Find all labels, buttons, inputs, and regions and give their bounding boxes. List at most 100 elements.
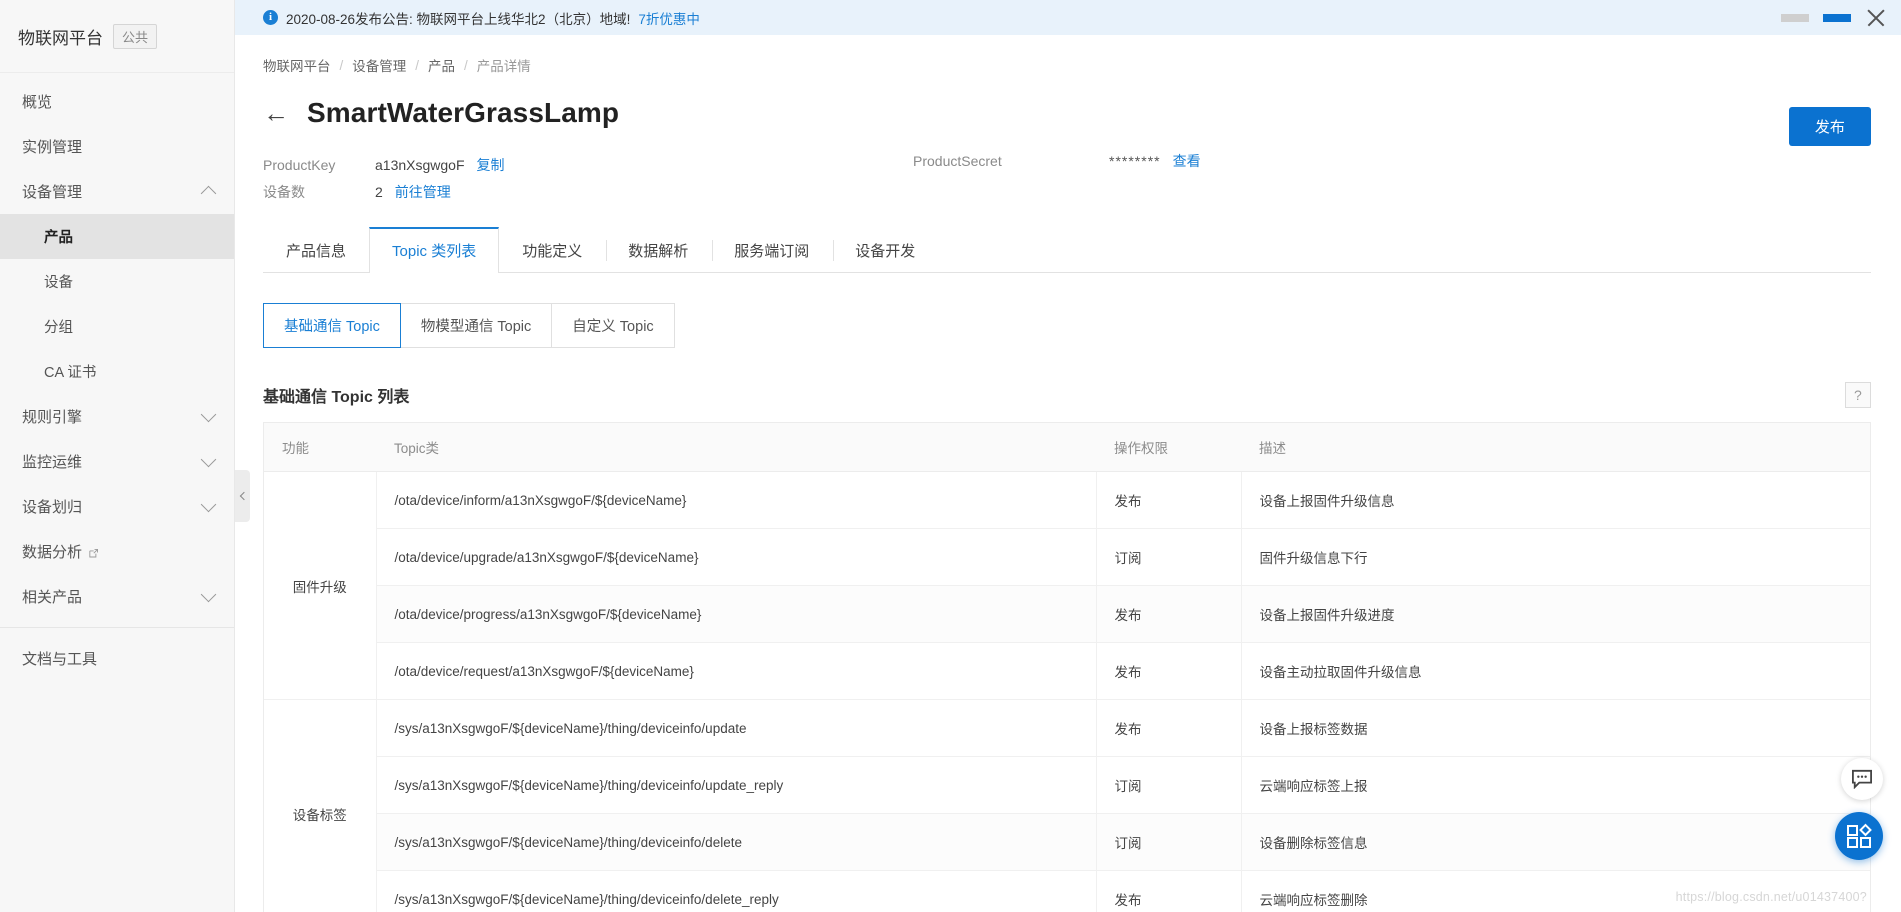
sidebar-collapse-handle[interactable]	[235, 470, 250, 522]
product-secret-value: ********	[1109, 153, 1161, 169]
table-row: /sys/a13nXsgwgoF/${deviceName}/thing/dev…	[264, 756, 1870, 814]
brand-badge: 公共	[113, 23, 158, 49]
table-row: 设备标签 /sys/a13nXsgwgoF/${deviceName}/thin…	[264, 699, 1870, 912]
minimize-icon[interactable]	[1780, 13, 1809, 22]
product-meta: ProductKey a13nXsgwgoF 复制 设备数 2 前往管理 Pro…	[263, 151, 1871, 205]
sidebar-item-label: 概览	[22, 94, 53, 111]
topic-cell: /ota/device/request/a13nXsgwgoF/${device…	[376, 642, 1097, 700]
subtab-bar: 基础通信 Topic 物模型通信 Topic 自定义 Topic	[263, 303, 1871, 348]
topic-cell: /ota/device/inform/a13nXsgwgoF/${deviceN…	[376, 471, 1097, 529]
sidebar-item-label: CA 证书	[44, 365, 97, 381]
permission-cell: 发布	[1096, 870, 1242, 912]
sidebar-item-docs-tools[interactable]: 文档与工具	[0, 636, 234, 681]
sidebar-item-monitoring[interactable]: 监控运维	[0, 439, 234, 484]
publish-button[interactable]: 发布	[1788, 107, 1871, 146]
subtab-basic-topic[interactable]: 基础通信 Topic	[263, 303, 401, 348]
brand-title: 物联网平台	[18, 28, 103, 48]
table-row: 固件升级 /ota/device/inform/a13nXsgwgoF/${de…	[264, 471, 1870, 700]
breadcrumb-item-2[interactable]: 产品	[428, 55, 455, 75]
announcement-link[interactable]: 7折优惠中	[638, 8, 700, 28]
sidebar-divider	[0, 627, 234, 628]
topics-table-head: 功能 Topic类 操作权限 描述	[264, 423, 1870, 472]
sidebar-item-data-analysis[interactable]: 数据分析	[0, 529, 234, 574]
table-header-row: 功能 Topic类 操作权限 描述	[264, 423, 1870, 472]
table-row: /sys/a13nXsgwgoF/${deviceName}/thing/dev…	[264, 870, 1870, 912]
sidebar-item-group[interactable]: 分组	[0, 304, 234, 349]
tab-product-info[interactable]: 产品信息	[263, 227, 369, 273]
device-count-row: 设备数 2 前往管理	[263, 178, 1871, 205]
topic-cell: /ota/device/upgrade/a13nXsgwgoF/${device…	[376, 528, 1097, 586]
chevron-left-icon	[239, 491, 248, 501]
group-name-cell: 设备标签	[264, 699, 377, 912]
table-row: /ota/device/request/a13nXsgwgoF/${device…	[264, 642, 1870, 700]
topic-cell: /sys/a13nXsgwgoF/${deviceName}/thing/dev…	[376, 699, 1097, 757]
sidebar-item-overview[interactable]: 概览	[0, 79, 234, 124]
sidebar: 物联网平台 公共 概览 实例管理 设备管理 产品 设备 分组 CA 证书 规则引…	[0, 0, 235, 912]
maximize-icon[interactable]	[1822, 13, 1851, 22]
window-controls	[1780, 0, 1887, 35]
help-icon[interactable]: ?	[1844, 382, 1871, 408]
table-row: /sys/a13nXsgwgoF/${deviceName}/thing/dev…	[264, 813, 1870, 871]
permission-cell: 发布	[1096, 585, 1242, 643]
tab-server-subscription[interactable]: 服务端订阅	[711, 227, 832, 273]
announcement-banner: i 2020-08-26发布公告: 物联网平台上线华北2（北京）地域! 7折优惠…	[235, 0, 1901, 35]
breadcrumb: 物联网平台 / 设备管理 / 产品 / 产品详情	[263, 35, 1871, 75]
brand-header: 物联网平台 公共	[0, 0, 234, 73]
sidebar-item-label: 设备划归	[22, 499, 83, 516]
sidebar-item-label: 相关产品	[22, 589, 83, 606]
sidebar-item-related-products[interactable]: 相关产品	[0, 574, 234, 619]
subtab-custom-topic[interactable]: 自定义 Topic	[552, 303, 675, 348]
permission-cell: 订阅	[1096, 756, 1242, 814]
tab-topic-list[interactable]: Topic 类列表	[369, 227, 500, 273]
table-row: /ota/device/upgrade/a13nXsgwgoF/${device…	[264, 528, 1870, 586]
sidebar-item-device-management[interactable]: 设备管理	[0, 169, 234, 214]
sidebar-item-label: 分组	[44, 320, 73, 336]
breadcrumb-item-1[interactable]: 设备管理	[352, 55, 406, 75]
description-cell: 固件升级信息下行	[1241, 528, 1870, 586]
product-secret-label: ProductSecret	[913, 153, 1002, 169]
announcement-text: 2020-08-26发布公告: 物联网平台上线华北2（北京）地域!	[286, 11, 631, 27]
sidebar-item-device[interactable]: 设备	[0, 259, 234, 304]
description-cell: 设备上报固件升级信息	[1241, 471, 1870, 529]
go-manage-link[interactable]: 前往管理	[395, 182, 451, 202]
tab-feature-definition[interactable]: 功能定义	[499, 227, 605, 273]
chevron-down-icon	[200, 586, 217, 603]
column-header-topic: Topic类	[376, 423, 1096, 472]
tab-device-development[interactable]: 设备开发	[832, 227, 938, 273]
section-title: 基础通信 Topic 列表	[263, 389, 410, 406]
group-name-cell: 固件升级	[264, 471, 377, 700]
topic-cell: /sys/a13nXsgwgoF/${deviceName}/thing/dev…	[376, 813, 1097, 871]
sidebar-item-label: 监控运维	[22, 454, 83, 471]
topics-table: 功能 Topic类 操作权限 描述 固件升级 /ota/device/infor…	[264, 423, 1870, 912]
app-grid-button[interactable]	[1834, 812, 1883, 860]
sidebar-item-instance-management[interactable]: 实例管理	[0, 124, 234, 169]
sidebar-item-ca-certificate[interactable]: CA 证书	[0, 349, 234, 394]
description-cell: 设备主动拉取固件升级信息	[1241, 642, 1870, 700]
permission-cell: 订阅	[1096, 528, 1242, 586]
breadcrumb-item-3: 产品详情	[476, 59, 531, 74]
permission-cell: 发布	[1096, 699, 1242, 757]
description-cell: 云端响应标签上报	[1241, 756, 1870, 814]
sidebar-item-label: 设备管理	[22, 184, 83, 201]
column-header-function: 功能	[264, 423, 376, 472]
external-link-icon	[88, 546, 99, 558]
topic-cell: /sys/a13nXsgwgoF/${deviceName}/thing/dev…	[376, 870, 1097, 912]
view-product-secret-link[interactable]: 查看	[1173, 151, 1201, 171]
chevron-down-icon	[200, 451, 217, 468]
sidebar-item-device-assignment[interactable]: 设备划归	[0, 484, 234, 529]
sidebar-item-product[interactable]: 产品	[0, 214, 234, 259]
back-arrow-icon[interactable]: ←	[263, 100, 289, 126]
section-header: 基础通信 Topic 列表 ?	[263, 382, 1871, 408]
breadcrumb-separator: /	[339, 57, 344, 73]
close-icon[interactable]	[1865, 7, 1887, 29]
breadcrumb-item-0[interactable]: 物联网平台	[263, 55, 331, 75]
chevron-down-icon	[200, 496, 217, 513]
sidebar-item-rule-engine[interactable]: 规则引擎	[0, 394, 234, 439]
permission-cell: 发布	[1096, 471, 1242, 529]
subtab-tsl-topic[interactable]: 物模型通信 Topic	[400, 303, 553, 348]
chat-support-button[interactable]	[1840, 758, 1883, 800]
tab-data-parsing[interactable]: 数据解析	[605, 227, 711, 273]
copy-product-key-link[interactable]: 复制	[477, 155, 505, 175]
page-header: ← SmartWaterGrassLamp	[263, 97, 1871, 129]
sidebar-nav: 概览 实例管理 设备管理 产品 设备 分组 CA 证书 规则引擎 监控运维 设备…	[0, 73, 234, 681]
